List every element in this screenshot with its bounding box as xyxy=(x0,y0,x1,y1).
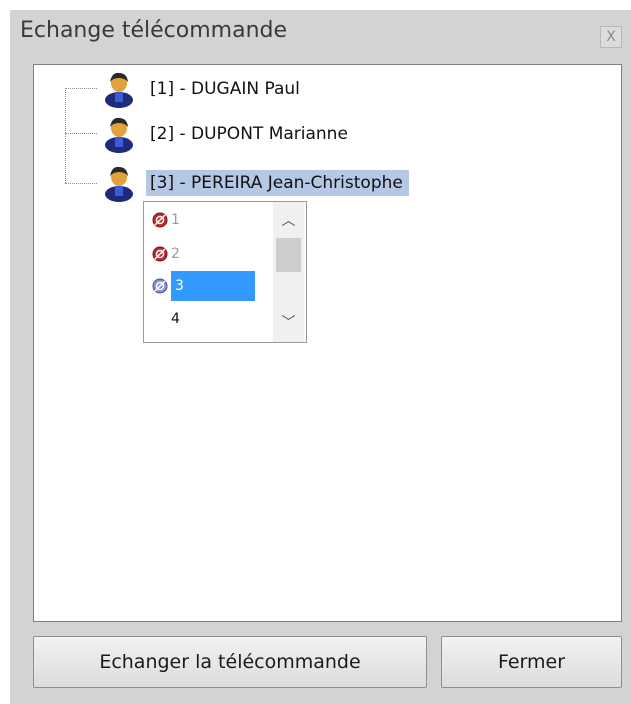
user-icon xyxy=(105,166,133,202)
close-button[interactable]: Fermer xyxy=(441,636,622,688)
tree-connector xyxy=(65,88,97,89)
remote-number-dropdown[interactable]: 1 2 3 4 ︿ ﹀ xyxy=(143,201,307,343)
dialog-title: Echange télécommande xyxy=(20,18,288,43)
scroll-down-icon[interactable]: ﹀ xyxy=(273,310,304,334)
tree-item-participant-selected[interactable]: [3] - PEREIRA Jean-Christophe xyxy=(100,166,409,202)
tree-item-label: [3] - PEREIRA Jean-Christophe xyxy=(146,170,409,196)
dropdown-option-label: 2 xyxy=(171,246,180,262)
dropdown-option-selected[interactable]: 3 xyxy=(152,271,255,301)
tree-item-label: [1] - DUGAIN Paul xyxy=(150,79,300,99)
tree-connector-vertical xyxy=(65,88,66,183)
dropdown-option[interactable]: 1 xyxy=(152,205,180,235)
remote-unavailable-icon xyxy=(152,212,168,228)
dropdown-scrollbar[interactable]: ︿ ﹀ xyxy=(273,202,304,342)
tree-connector xyxy=(65,133,97,134)
dropdown-option-label: 3 xyxy=(171,271,255,301)
tree-connector xyxy=(65,183,97,184)
user-icon xyxy=(105,117,133,153)
dropdown-option[interactable]: 4 xyxy=(152,304,180,334)
dropdown-option[interactable]: 2 xyxy=(152,239,180,269)
tree-item-label: [2] - DUPONT Marianne xyxy=(150,124,348,144)
tree-item-participant[interactable]: [2] - DUPONT Marianne xyxy=(100,117,354,153)
close-icon[interactable]: X xyxy=(600,26,622,48)
dropdown-option-label: 1 xyxy=(171,212,180,228)
user-icon xyxy=(105,72,133,108)
scroll-up-icon[interactable]: ︿ xyxy=(273,208,304,232)
tree-item-participant[interactable]: [1] - DUGAIN Paul xyxy=(100,72,306,108)
remote-unavailable-icon xyxy=(152,246,168,262)
remote-current-icon xyxy=(152,278,168,294)
exchange-remote-button[interactable]: Echanger la télécommande xyxy=(33,636,427,688)
dropdown-option-label: 4 xyxy=(171,311,180,327)
scroll-thumb[interactable] xyxy=(276,238,301,272)
